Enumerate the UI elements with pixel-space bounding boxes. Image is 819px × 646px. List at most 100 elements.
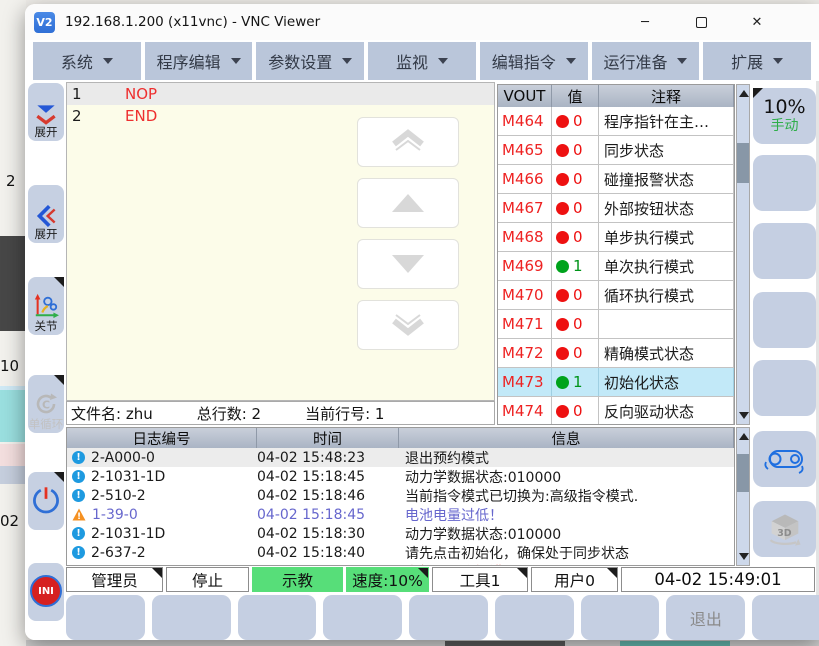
close-button[interactable]: ✕ [729,4,785,40]
status-badge[interactable]: 速度:10% [346,567,429,592]
menu-tab[interactable]: 系统 [33,42,141,80]
handle-guide-button[interactable] [753,431,816,487]
log-row[interactable]: ! ! 2-A000-0 04-02 15:48:23 退出预约模式 [67,448,734,467]
power-button[interactable] [28,472,64,530]
chevron-down-icon [231,58,241,64]
status-label: 停止 [192,569,223,591]
single-cycle-button[interactable]: C 单循环 [28,375,64,433]
status-badge[interactable]: 用户0 [531,567,618,592]
bottom-button-empty[interactable] [66,595,145,640]
table-row[interactable]: M470 0 循环执行模式 [498,281,734,310]
info-icon: ! [72,489,85,502]
program-editor[interactable]: 1 NOP 2 END [66,82,495,401]
signal-comment: 单步执行模式 [599,223,734,251]
table-row[interactable]: M473 1 初始化状态 [498,368,734,397]
vout-header: VOUT 值 注释 [498,85,734,107]
menu-tab[interactable]: 程序编辑 [145,42,253,80]
log-time: 04-02 15:18:45 [257,507,399,523]
right-button-empty[interactable] [753,360,816,416]
table-row[interactable]: M474 0 反向驱动状态 [498,397,734,425]
signal-value: 0 [573,315,583,333]
page-down-button[interactable] [357,300,459,350]
right-button-empty[interactable] [753,292,816,348]
program-line[interactable]: 1 NOP [67,83,494,105]
background-number: 10 [0,357,19,375]
status-badge[interactable]: 停止 [166,567,249,592]
log-row[interactable]: ! ! 1-39-0 04-02 15:18:45 电池电量过低！ [67,505,734,524]
minimize-button[interactable]: ─ [617,4,673,40]
log-header-time[interactable]: 时间 [257,428,399,448]
page-up-button[interactable] [357,117,459,167]
speed-mode-button[interactable]: 10% 手动 [753,88,816,144]
right-button-empty[interactable] [753,223,816,279]
menu-tab[interactable]: 监视 [368,42,476,80]
line-down-button[interactable] [357,239,459,289]
line-up-button[interactable] [357,178,459,228]
bottom-button-empty[interactable] [495,595,574,640]
log-scrollbar[interactable] [736,427,750,566]
log-id: 2-637-2 [91,545,146,561]
joint-mode-button[interactable]: 关节 [28,277,64,335]
scroll-down-icon[interactable] [739,412,749,419]
scrollbar-thumb[interactable] [737,454,749,492]
log-row[interactable]: ! ! 2-637-2 04-02 15:18:40 请先点击初始化，确保处于同… [67,543,734,562]
vout-header-comment[interactable]: 注释 [599,85,734,107]
maximize-icon [696,17,707,28]
bottom-button-empty[interactable] [581,595,660,640]
maximize-button[interactable] [673,4,729,40]
scroll-up-icon[interactable] [739,90,749,97]
expand-left-button[interactable]: 展开 [28,185,64,243]
table-row[interactable]: M465 0 同步状态 [498,136,734,165]
menu-tab[interactable]: 扩展 [703,42,811,80]
bottom-button-empty[interactable] [752,595,819,640]
signal-id: M467 [498,194,552,222]
signal-comment: 碰撞报警状态 [599,165,734,193]
menu-tab[interactable]: 编辑指令 [480,42,588,80]
expand-down-button[interactable]: 展开 [28,83,64,141]
vout-scrollbar[interactable] [736,84,750,425]
menu-tab[interactable]: 参数设置 [256,42,364,80]
log-header-message[interactable]: 信息 [399,428,734,448]
right-button-empty[interactable] [753,155,816,211]
bottom-button-empty[interactable] [409,595,488,640]
background-window-fragment [0,236,26,331]
table-row[interactable]: M471 0 [498,310,734,339]
robot-joint-icon [32,293,60,319]
table-row[interactable]: M464 0 程序指针在主… [498,107,734,136]
log-row[interactable]: ! ! 2-1031-1D 04-02 15:18:30 动力学数据状态:010… [67,524,734,543]
log-header-id[interactable]: 日志编号 [67,428,257,448]
bottom-button-empty[interactable] [323,595,402,640]
vout-header-value[interactable]: 值 [552,85,599,107]
log-message: 请先点击初始化，确保处于同步状态 [399,543,734,563]
menu-tab[interactable]: 运行准备 [592,42,700,80]
status-badge[interactable]: 管理员 [66,567,163,592]
bottom-button-empty[interactable] [152,595,231,640]
table-row[interactable]: M466 0 碰撞报警状态 [498,165,734,194]
signal-comment: 单次执行模式 [599,252,734,280]
table-row[interactable]: M467 0 外部按钮状态 [498,194,734,223]
table-row[interactable]: M469 1 单次执行模式 [498,252,734,281]
status-badge[interactable]: 示教 [252,567,343,592]
log-row[interactable]: ! ! 2-1704-1D 04-02 15:18:23 电机驱动连接错误! [67,562,734,566]
warning-icon: ! [72,508,86,521]
scroll-up-icon[interactable] [739,433,749,440]
scrollbar-thumb[interactable] [737,143,749,183]
signal-value: 0 [573,228,583,246]
vout-header-id[interactable]: VOUT [498,85,552,107]
log-rows: ! ! 2-A000-0 04-02 15:48:23 退出预约模式 ! ! [67,448,734,566]
view-3d-button[interactable]: 3D [753,501,816,557]
status-label: 速度:10% [352,569,423,591]
exit-button[interactable]: 退出 [666,595,745,640]
table-row[interactable]: M468 0 单步执行模式 [498,223,734,252]
status-badge[interactable]: 工具1 [432,567,528,592]
vnc-logo-icon: V2 [34,12,55,33]
title-bar[interactable]: V2 192.168.1.200 (x11vnc) - VNC Viewer ─… [25,4,819,40]
table-row[interactable]: M472 0 精确模式状态 [498,339,734,368]
log-row[interactable]: ! ! 2-510-2 04-02 15:18:46 当前指令模式已切换为:高级… [67,486,734,505]
signal-id: M469 [498,252,552,280]
state-dot-icon [556,405,569,418]
scroll-down-icon[interactable] [739,553,749,560]
ini-button[interactable]: INI [28,563,64,621]
bottom-button-empty[interactable] [238,595,317,640]
log-row[interactable]: ! ! 2-1031-1D 04-02 15:18:45 动力学数据状态:010… [67,467,734,486]
